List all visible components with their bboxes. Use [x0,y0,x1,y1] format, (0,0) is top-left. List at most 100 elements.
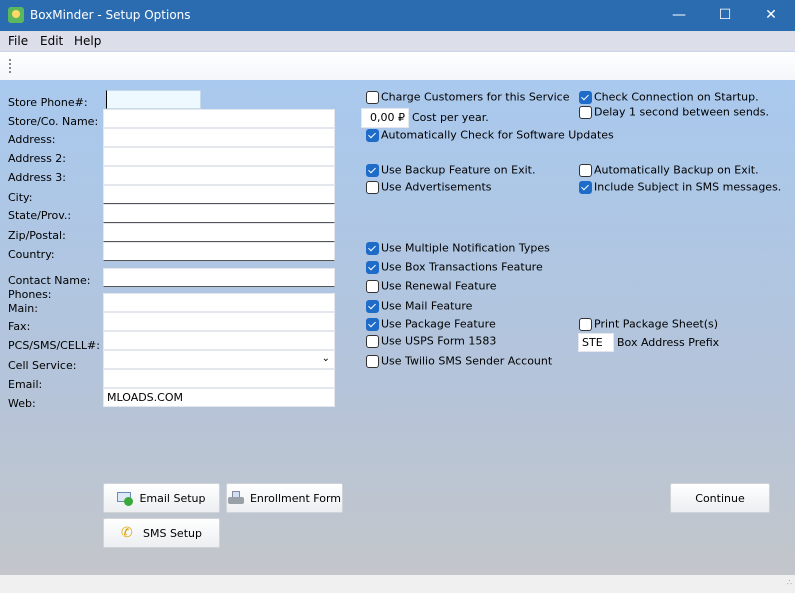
store-phone-input[interactable] [106,90,201,109]
checkbox-renewal[interactable]: Use Renewal Feature [366,279,497,295]
zip-input[interactable] [103,223,335,242]
checkbox-backup-exit[interactable]: Use Backup Feature on Exit. [366,163,535,179]
app-icon [8,7,24,23]
toolbar [0,51,795,80]
checkbox-label: Use USPS Form 1583 [381,334,497,348]
checkbox-box[interactable] [579,180,592,194]
prefix-input[interactable]: STE [578,333,614,352]
checkbox-ads[interactable]: Use Advertisements [366,180,492,196]
prefix-label: Box Address Prefix [617,336,720,349]
checkbox-subject-sms[interactable]: Include Subject in SMS messages. [579,180,781,196]
checkbox-box[interactable] [579,90,592,104]
checkbox-label: Print Package Sheet(s) [594,317,719,331]
checkbox-box[interactable] [366,128,379,142]
pcs-input[interactable] [103,331,335,350]
checkbox-label: Use Mail Feature [381,299,473,313]
checkbox-label: Use Package Feature [381,317,496,331]
email-check-icon [117,490,134,506]
maximize-button[interactable]: ☐ [702,0,748,31]
city-label: City: [8,191,33,204]
cell-service-select[interactable]: ⌄ [103,350,335,369]
checkbox-label: Use Box Transactions Feature [381,260,543,274]
title-bar: BoxMinder - Setup Options — ☐ ✕ [0,0,795,31]
main-phone-label: Main: [8,302,38,315]
contact-input[interactable] [103,268,335,287]
country-label: Country: [8,248,55,261]
checkbox-box[interactable] [366,279,379,293]
state-input[interactable] [103,204,335,223]
address2-label: Address 2: [8,152,67,165]
sms-setup-label: SMS Setup [143,526,202,540]
checkbox-box[interactable] [366,180,379,194]
email-input[interactable] [103,369,335,388]
store-name-label: Store/Co. Name: [8,115,99,128]
checkbox-auto-backup[interactable]: Automatically Backup on Exit. [579,163,759,179]
store-name-input[interactable] [103,109,335,128]
checkbox-label: Include Subject in SMS messages. [594,180,782,194]
checkbox-box[interactable] [366,260,379,274]
close-button[interactable]: ✕ [748,0,794,31]
cell-service-label: Cell Service: [8,359,77,372]
checkbox-auto-update[interactable]: Automatically Check for Software Updates [366,128,614,144]
checkbox-label: Delay 1 second between sends. [594,105,770,119]
checkbox-box[interactable] [366,317,379,331]
contact-label: Contact Name: [8,274,91,287]
checkbox-label: Use Renewal Feature [381,279,497,293]
web-input[interactable]: MLOADS.COM [103,388,335,407]
checkbox-box[interactable] [579,163,592,177]
resize-grip-icon[interactable]: ∴ [787,578,792,587]
cost-input[interactable]: 0,00 ₽ [361,108,409,128]
checkbox-usps[interactable]: Use USPS Form 1583 [366,334,496,350]
zip-label: Zip/Postal: [8,229,66,242]
fax-label: Fax: [8,320,31,333]
minimize-button[interactable]: — [656,0,702,31]
checkbox-box[interactable] [366,299,379,313]
checkbox-box[interactable] [579,317,592,331]
address-input[interactable] [103,128,335,147]
address3-label: Address 3: [8,171,67,184]
chevron-down-icon[interactable]: ⌄ [322,352,330,365]
address-label: Address: [8,133,56,146]
checkbox-twilio[interactable]: Use Twilio SMS Sender Account [366,354,552,370]
continue-button[interactable]: Continue [670,483,770,513]
email-label: Email: [8,378,43,391]
menu-edit[interactable]: Edit [40,34,63,48]
address2-input[interactable] [103,147,335,166]
menu-help[interactable]: Help [74,34,101,48]
status-bar: ∴ [0,575,795,593]
fax-input[interactable] [103,312,335,331]
checkbox-box[interactable] [366,163,379,177]
checkbox-box[interactable] [366,334,379,348]
checkbox-charge[interactable]: Charge Customers for this Service [366,90,569,106]
menu-bar: File Edit Help [0,31,795,51]
city-input[interactable] [103,185,335,204]
checkbox-box[interactable] [366,354,379,368]
sms-setup-button[interactable]: ✆ SMS Setup [103,518,220,548]
web-label: Web: [8,397,36,410]
main-phone-input[interactable] [103,293,335,312]
phone-icon: ✆ [121,525,133,541]
country-input[interactable] [103,242,335,261]
checkbox-mail[interactable]: Use Mail Feature [366,299,472,315]
checkbox-box[interactable] [366,241,379,255]
state-label: State/Prov.: [8,209,72,222]
store-phone-label: Store Phone#: [8,96,88,109]
cost-label: Cost per year. [412,111,489,124]
checkbox-delay[interactable]: Delay 1 second between sends. [579,105,769,121]
continue-label: Continue [695,491,745,505]
address3-input[interactable] [103,166,335,185]
pcs-label: PCS/SMS/CELL#: [8,339,100,352]
window-title: BoxMinder - Setup Options [30,8,191,22]
checkbox-check-conn[interactable]: Check Connection on Startup. [579,90,759,106]
checkbox-label: Charge Customers for this Service [381,90,570,104]
checkbox-box[interactable] [366,90,379,104]
menu-file[interactable]: File [8,34,28,48]
enrollment-form-button[interactable]: Enrollment Form [226,483,343,513]
checkbox-package[interactable]: Use Package Feature [366,317,496,333]
checkbox-box-trans[interactable]: Use Box Transactions Feature [366,260,543,276]
checkbox-print-pkg[interactable]: Print Package Sheet(s) [579,317,718,333]
checkbox-multi-notif[interactable]: Use Multiple Notification Types [366,241,550,257]
email-setup-button[interactable]: Email Setup [103,483,220,513]
toolbar-grip[interactable] [9,59,11,73]
checkbox-box[interactable] [579,105,592,119]
